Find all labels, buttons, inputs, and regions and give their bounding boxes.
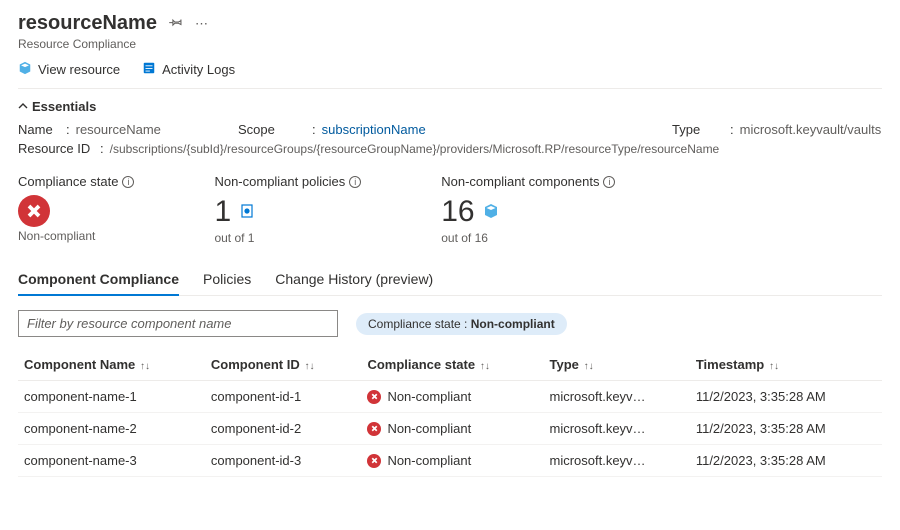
- info-icon[interactable]: i: [122, 176, 134, 188]
- sort-icon: ↑↓: [477, 361, 490, 372]
- table-row[interactable]: component-name-1component-id-1Non-compli…: [18, 381, 882, 413]
- noncompliant-icon: [367, 390, 381, 404]
- table-row[interactable]: component-name-3component-id-3Non-compli…: [18, 445, 882, 477]
- table-header-row: Component Name ↑↓ Component ID ↑↓ Compli…: [18, 349, 882, 381]
- chevron-up-icon: [18, 99, 28, 114]
- cell-type: microsoft.keyv…: [543, 413, 689, 445]
- ess-name-label: Name: [18, 122, 64, 137]
- ess-scope-value[interactable]: subscriptionName: [322, 122, 426, 137]
- cell-id: component-id-1: [205, 381, 362, 413]
- sort-icon: ↑↓: [581, 361, 594, 372]
- filter-row: Compliance state : Non-compliant: [18, 310, 882, 337]
- nc-components-outof: out of 16: [441, 231, 615, 245]
- nc-policies-count: 1: [214, 195, 231, 229]
- cell-state: Non-compliant: [361, 413, 543, 445]
- compliance-state-value: Non-compliant: [18, 229, 134, 243]
- cell-type: microsoft.keyv…: [543, 445, 689, 477]
- page-subtitle: Resource Compliance: [18, 37, 882, 51]
- stats-row: Compliance state i Non-compliant Non-com…: [18, 174, 882, 245]
- info-icon[interactable]: i: [603, 176, 615, 188]
- col-type[interactable]: Type ↑↓: [543, 349, 689, 381]
- compliance-state-title: Compliance state: [18, 174, 118, 189]
- col-component-id[interactable]: Component ID ↑↓: [205, 349, 362, 381]
- ess-type-value: microsoft.keyvault/vaults: [740, 122, 882, 137]
- cell-timestamp: 11/2/2023, 3:35:28 AM: [690, 381, 882, 413]
- col-component-name[interactable]: Component Name ↑↓: [18, 349, 205, 381]
- ess-resid-value: /subscriptions/{subId}/resourceGroups/{r…: [110, 142, 720, 156]
- view-resource-button[interactable]: View resource: [18, 61, 120, 78]
- sort-icon: ↑↓: [766, 361, 779, 372]
- nc-components-title: Non-compliant components: [441, 174, 599, 189]
- cube-icon: [483, 203, 499, 222]
- nc-components-count: 16: [441, 195, 474, 229]
- tab-policies[interactable]: Policies: [203, 265, 251, 295]
- noncompliant-icon: [367, 422, 381, 436]
- ess-scope-label: Scope: [238, 122, 284, 137]
- compliance-state-filter-pill[interactable]: Compliance state : Non-compliant: [356, 313, 567, 335]
- log-icon: [142, 61, 156, 78]
- view-resource-label: View resource: [38, 62, 120, 77]
- noncompliant-icon: [367, 454, 381, 468]
- ess-type-label: Type: [672, 122, 718, 137]
- tab-component-compliance[interactable]: Component Compliance: [18, 265, 179, 295]
- activity-logs-label: Activity Logs: [162, 62, 235, 77]
- cell-timestamp: 11/2/2023, 3:35:28 AM: [690, 445, 882, 477]
- more-icon[interactable]: ⋯: [195, 16, 208, 32]
- nc-policies-outof: out of 1: [214, 231, 361, 245]
- essentials-toggle[interactable]: Essentials: [18, 99, 882, 114]
- cube-icon: [18, 61, 32, 78]
- component-filter-input[interactable]: [18, 310, 338, 337]
- nc-components-block: Non-compliant components i 16 out of 16: [441, 174, 615, 245]
- ess-name-value: resourceName: [76, 122, 161, 137]
- cell-state: Non-compliant: [361, 445, 543, 477]
- tab-change-history[interactable]: Change History (preview): [275, 265, 433, 295]
- command-bar: View resource Activity Logs: [18, 61, 882, 78]
- sort-icon: ↑↓: [137, 361, 150, 372]
- col-timestamp[interactable]: Timestamp ↑↓: [690, 349, 882, 381]
- cell-type: microsoft.keyv…: [543, 381, 689, 413]
- cell-name: component-name-1: [18, 381, 205, 413]
- activity-logs-button[interactable]: Activity Logs: [142, 61, 235, 78]
- table-row[interactable]: component-name-2component-id-2Non-compli…: [18, 413, 882, 445]
- cell-name: component-name-2: [18, 413, 205, 445]
- nc-policies-title: Non-compliant policies: [214, 174, 345, 189]
- components-table: Component Name ↑↓ Component ID ↑↓ Compli…: [18, 349, 882, 477]
- divider: [18, 88, 882, 89]
- pin-icon[interactable]: [169, 15, 183, 32]
- tab-bar: Component Compliance Policies Change His…: [18, 265, 882, 296]
- policy-icon: [239, 203, 255, 222]
- essentials-label: Essentials: [32, 99, 96, 114]
- noncompliant-icon: [18, 195, 50, 227]
- nc-policies-block: Non-compliant policies i 1 out of 1: [214, 174, 361, 245]
- cell-timestamp: 11/2/2023, 3:35:28 AM: [690, 413, 882, 445]
- cell-id: component-id-2: [205, 413, 362, 445]
- cell-name: component-name-3: [18, 445, 205, 477]
- pill-prefix: Compliance state :: [368, 317, 471, 331]
- col-compliance-state[interactable]: Compliance state ↑↓: [361, 349, 543, 381]
- sort-icon: ↑↓: [302, 361, 315, 372]
- info-icon[interactable]: i: [349, 176, 361, 188]
- pill-value: Non-compliant: [471, 317, 555, 331]
- essentials-panel: Name: resourceName Scope: subscriptionNa…: [18, 122, 882, 156]
- page-title: resourceName: [18, 12, 157, 35]
- ess-resid-label: Resource ID: [18, 141, 98, 156]
- compliance-state-block: Compliance state i Non-compliant: [18, 174, 134, 245]
- cell-id: component-id-3: [205, 445, 362, 477]
- cell-state: Non-compliant: [361, 381, 543, 413]
